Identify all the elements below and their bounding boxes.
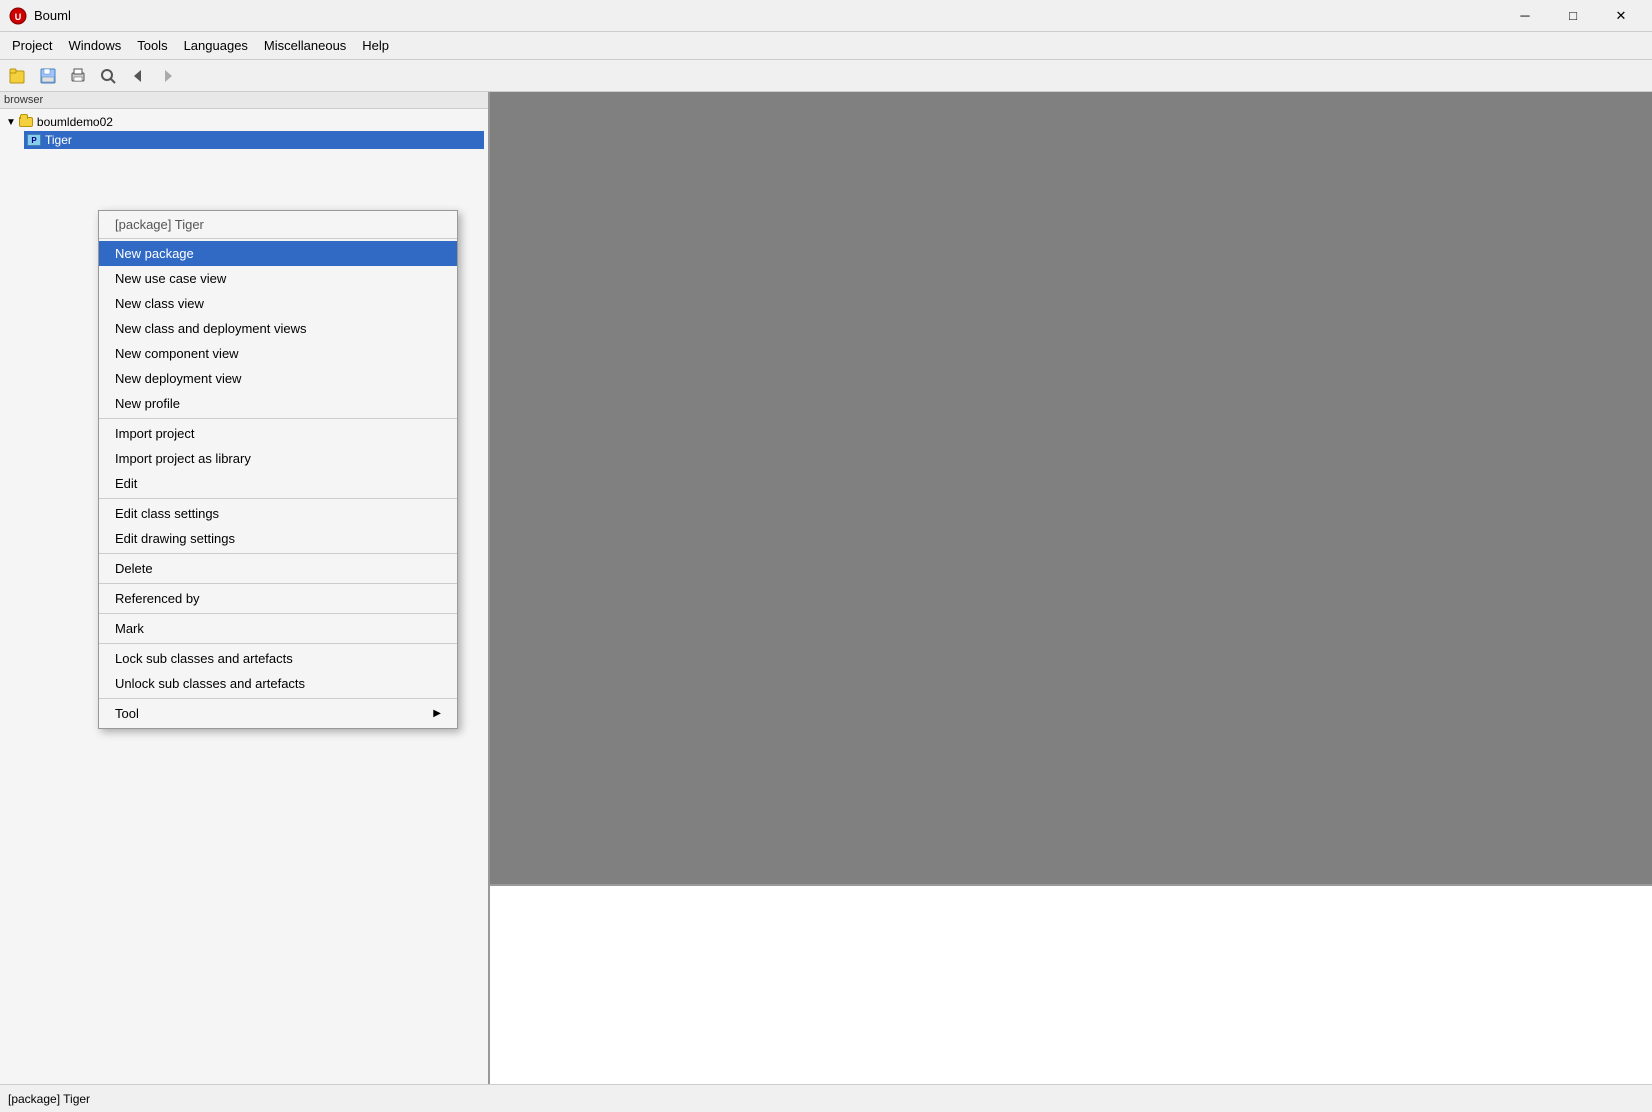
menu-project[interactable]: Project	[4, 34, 60, 57]
status-text: [package] Tiger	[8, 1092, 90, 1106]
ctx-referenced-by[interactable]: Referenced by	[99, 586, 457, 611]
ctx-mark[interactable]: Mark	[99, 616, 457, 641]
context-menu: [package] Tiger New package New use case…	[98, 210, 458, 729]
menu-help[interactable]: Help	[354, 34, 397, 57]
tree-expand-arrow: ▼	[6, 117, 16, 128]
close-button[interactable]: ✕	[1598, 0, 1644, 32]
ctx-lock-sub-classes[interactable]: Lock sub classes and artefacts	[99, 646, 457, 671]
ctx-new-class-view[interactable]: New class view	[99, 291, 457, 316]
ctx-sep-7	[99, 698, 457, 699]
menu-languages[interactable]: Languages	[176, 34, 256, 57]
ctx-sep-0	[99, 238, 457, 239]
ctx-edit-drawing-settings[interactable]: Edit drawing settings	[99, 526, 457, 551]
browser-label: browser	[0, 92, 488, 109]
ctx-new-class-deployment[interactable]: New class and deployment views	[99, 316, 457, 341]
svg-text:U: U	[15, 12, 22, 22]
ctx-new-deployment-view[interactable]: New deployment view	[99, 366, 457, 391]
ctx-sep-1	[99, 418, 457, 419]
open-button[interactable]	[4, 64, 32, 88]
maximize-button[interactable]: □	[1550, 0, 1596, 32]
tree-tiger-label: Tiger	[45, 133, 72, 147]
window-controls: ─ □ ✕	[1502, 0, 1644, 32]
canvas-area	[490, 92, 1652, 884]
zoom-button[interactable]	[94, 64, 122, 88]
ctx-new-package[interactable]: New package	[99, 241, 457, 266]
menu-windows[interactable]: Windows	[60, 34, 129, 57]
menu-miscellaneous[interactable]: Miscellaneous	[256, 34, 354, 57]
root-folder-icon	[18, 114, 34, 130]
main-area: browser ▼ boumldemо02 P Tiger [package] …	[0, 92, 1652, 1084]
print-button[interactable]	[64, 64, 92, 88]
browser-panel: browser ▼ boumldemо02 P Tiger [package] …	[0, 92, 490, 1084]
ctx-new-component-view[interactable]: New component view	[99, 341, 457, 366]
status-bar: [package] Tiger	[0, 1084, 1652, 1112]
ctx-sep-3	[99, 553, 457, 554]
ctx-edit-class-settings[interactable]: Edit class settings	[99, 501, 457, 526]
ctx-header: [package] Tiger	[99, 213, 457, 236]
menu-bar: Project Windows Tools Languages Miscella…	[0, 32, 1652, 60]
save-button[interactable]	[34, 64, 62, 88]
ctx-sep-4	[99, 583, 457, 584]
bottom-panel	[490, 884, 1652, 1084]
ctx-unlock-sub-classes[interactable]: Unlock sub classes and artefacts	[99, 671, 457, 696]
ctx-new-use-case-view[interactable]: New use case view	[99, 266, 457, 291]
ctx-import-project-library[interactable]: Import project as library	[99, 446, 457, 471]
tree-root[interactable]: ▼ boumldemо02	[4, 113, 484, 131]
ctx-new-profile[interactable]: New profile	[99, 391, 457, 416]
minimize-button[interactable]: ─	[1502, 0, 1548, 32]
app-icon: U	[8, 6, 28, 26]
ctx-tool[interactable]: Tool ▶	[99, 701, 457, 726]
ctx-sep-2	[99, 498, 457, 499]
menu-tools[interactable]: Tools	[129, 34, 175, 57]
toolbar	[0, 60, 1652, 92]
title-bar: U Bouml ─ □ ✕	[0, 0, 1652, 32]
tree-tiger-item[interactable]: P Tiger	[24, 131, 484, 149]
tree-area: ▼ boumldemо02 P Tiger	[0, 109, 488, 153]
ctx-sep-5	[99, 613, 457, 614]
back-button[interactable]	[124, 64, 152, 88]
ctx-delete[interactable]: Delete	[99, 556, 457, 581]
forward-button[interactable]	[154, 64, 182, 88]
ctx-edit[interactable]: Edit	[99, 471, 457, 496]
ctx-submenu-arrow: ▶	[433, 708, 441, 719]
window-title: Bouml	[34, 8, 1502, 23]
tree-root-label: boumldemо02	[37, 115, 113, 129]
right-panel	[490, 92, 1652, 1084]
ctx-sep-6	[99, 643, 457, 644]
ctx-import-project[interactable]: Import project	[99, 421, 457, 446]
package-icon: P	[26, 132, 42, 148]
